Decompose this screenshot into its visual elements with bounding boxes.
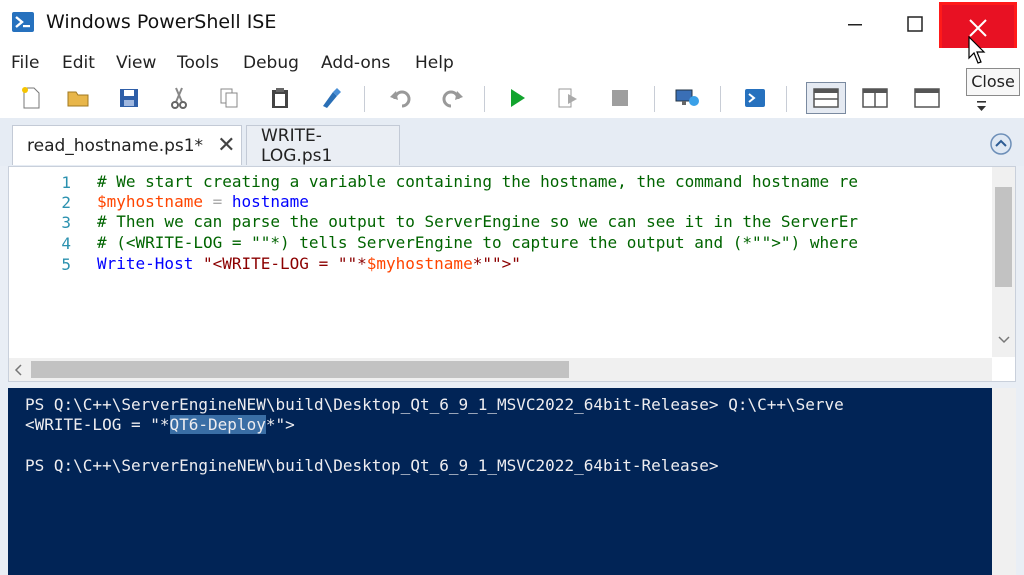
- tab-read-hostname[interactable]: read_hostname.ps1* ✕: [12, 125, 242, 165]
- copy-icon[interactable]: [214, 84, 244, 112]
- code-line-1: # We start creating a variable containin…: [97, 172, 858, 191]
- script-editor[interactable]: 1 2 3 4 5 # We start creating a variable…: [8, 166, 1016, 382]
- line-number: 1: [61, 173, 71, 192]
- maximize-button[interactable]: [886, 0, 944, 48]
- selected-text: QT6-Deploy: [169, 415, 266, 434]
- undo-icon[interactable]: [386, 84, 416, 112]
- collapse-script-pane-icon[interactable]: [989, 132, 1013, 156]
- cut-icon[interactable]: [164, 84, 194, 112]
- code-line-5: Write-Host "<WRITE-LOG = ""*$myhostname*…: [97, 254, 521, 273]
- open-icon[interactable]: [64, 84, 94, 112]
- menu-file[interactable]: File: [11, 53, 39, 73]
- redo-icon[interactable]: [437, 84, 467, 112]
- scroll-down-icon[interactable]: [997, 335, 1011, 345]
- window-title: Windows PowerShell ISE: [46, 11, 277, 33]
- line-number: 3: [61, 213, 71, 232]
- new-remote-tab-icon[interactable]: [672, 84, 702, 112]
- console-vertical-scrollbar[interactable]: [992, 388, 1016, 575]
- menu-bar: File Edit View Tools Debug Add-ons Help: [0, 48, 1024, 78]
- console-pane[interactable]: PS Q:\C++\ServerEngineNEW\build\Desktop_…: [8, 388, 992, 575]
- line-number: 2: [61, 193, 71, 212]
- layout-right-icon[interactable]: [860, 84, 890, 112]
- powershell-icon[interactable]: [740, 84, 770, 112]
- scrollbar-thumb[interactable]: [995, 187, 1012, 287]
- console-output-line: <WRITE-LOG = "*QT6-Deploy*">: [25, 415, 295, 434]
- toolbar-separator: [364, 86, 365, 112]
- layout-max-icon[interactable]: [912, 84, 942, 112]
- code-line-2: $myhostname = hostname: [97, 192, 309, 211]
- editor-vertical-scrollbar[interactable]: [992, 167, 1015, 357]
- toolbar-overflow-icon[interactable]: [975, 98, 989, 114]
- stop-icon[interactable]: [605, 84, 635, 112]
- menu-add-ons[interactable]: Add-ons: [321, 53, 390, 73]
- editor-horizontal-scrollbar[interactable]: [9, 358, 992, 381]
- new-icon[interactable]: [16, 84, 46, 112]
- console-line: PS Q:\C++\ServerEngineNEW\build\Desktop_…: [25, 395, 844, 414]
- run-selection-icon[interactable]: [553, 84, 583, 112]
- line-number: 5: [61, 255, 71, 274]
- close-tooltip: Close: [966, 68, 1020, 96]
- clear-console-icon[interactable]: [316, 84, 346, 112]
- layout-top-icon[interactable]: [806, 82, 846, 114]
- run-icon[interactable]: [502, 84, 532, 112]
- save-icon[interactable]: [114, 84, 144, 112]
- script-tab-strip: read_hostname.ps1* ✕ WRITE-LOG.ps1: [0, 118, 1024, 166]
- code-line-3: # Then we can parse the output to Server…: [97, 212, 858, 231]
- title-bar: Windows PowerShell ISE: [0, 0, 1024, 48]
- mouse-cursor-icon: [968, 35, 988, 66]
- toolbar-separator: [720, 86, 721, 112]
- menu-edit[interactable]: Edit: [62, 53, 95, 73]
- toolbar-separator: [786, 86, 787, 112]
- toolbar-separator: [654, 86, 655, 112]
- tab-label: WRITE-LOG.ps1: [261, 125, 333, 166]
- menu-help[interactable]: Help: [415, 53, 454, 73]
- powershell-ise-icon: [10, 10, 36, 34]
- console-prompt[interactable]: PS Q:\C++\ServerEngineNEW\build\Desktop_…: [25, 456, 719, 475]
- menu-debug[interactable]: Debug: [243, 53, 299, 73]
- tab-label: read_hostname.ps1*: [27, 135, 204, 156]
- menu-tools[interactable]: Tools: [177, 53, 219, 73]
- scrollbar-thumb[interactable]: [31, 361, 569, 378]
- menu-view[interactable]: View: [116, 53, 156, 73]
- code-line-4: # (<WRITE-LOG = ""*) tells ServerEngine …: [97, 233, 858, 252]
- toolbar-separator: [484, 86, 485, 112]
- line-number: 4: [61, 234, 71, 253]
- tab-write-log[interactable]: WRITE-LOG.ps1: [246, 125, 400, 166]
- tab-close-icon[interactable]: ✕: [217, 133, 235, 158]
- paste-icon[interactable]: [265, 84, 295, 112]
- minimize-button[interactable]: [826, 0, 884, 48]
- scroll-left-icon[interactable]: [14, 363, 24, 377]
- toolbar: [0, 78, 1024, 119]
